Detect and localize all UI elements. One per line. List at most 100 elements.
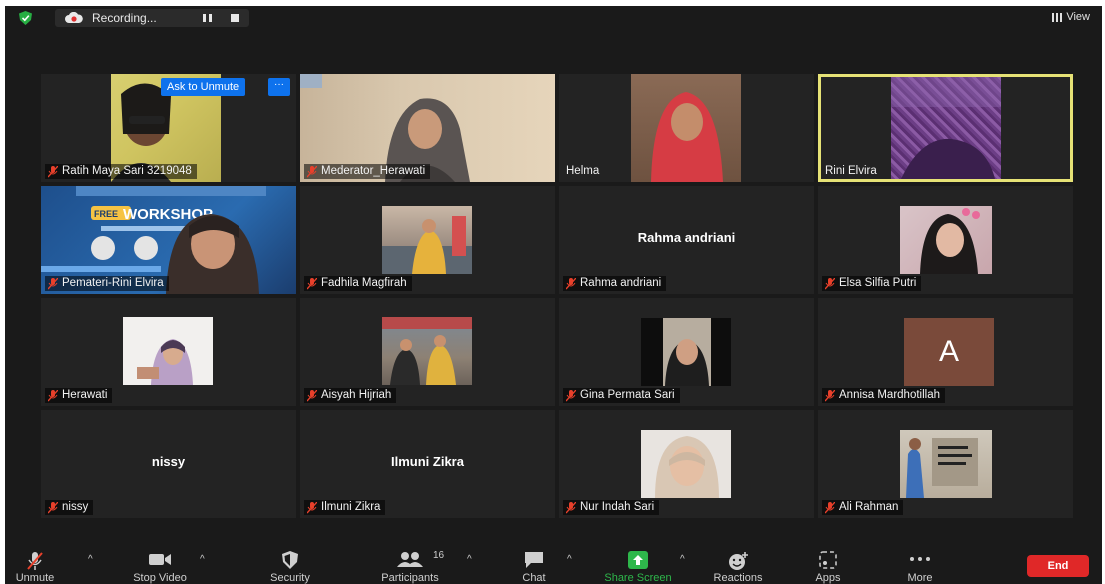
participant-name-label: Fadhila Magfirah: [304, 276, 412, 291]
muted-mic-icon: [307, 277, 317, 289]
view-button[interactable]: View: [1052, 11, 1090, 23]
participant-count: 16: [433, 550, 445, 561]
recording-indicator: Recording...: [55, 9, 249, 27]
share-screen-button[interactable]: Share Screen: [593, 548, 683, 584]
tile-more-button[interactable]: ···: [268, 78, 290, 96]
meeting-toolbar: Unmute ^ Stop Video ^ Security 16 Partic…: [5, 548, 1102, 584]
video-tile[interactable]: Helma: [559, 74, 814, 182]
share-options-chevron-icon[interactable]: ^: [680, 554, 685, 565]
muted-mic-icon: [48, 165, 58, 177]
video-tile[interactable]: Ali Rahman: [818, 410, 1073, 518]
video-tile[interactable]: Ask to Unmute ··· Ratih Maya Sari 321904…: [41, 74, 296, 182]
apps-label: Apps: [815, 572, 841, 584]
muted-mic-icon: [307, 389, 317, 401]
share-screen-label: Share Screen: [604, 572, 672, 584]
chat-label: Chat: [522, 572, 546, 584]
reactions-label: Reactions: [713, 572, 763, 584]
video-tile[interactable]: Fadhila Magfirah: [300, 186, 555, 294]
grid-view-icon: [1052, 12, 1063, 22]
video-tile[interactable]: Ilmuni Zikra Ilmuni Zikra: [300, 410, 555, 518]
participant-video: [900, 430, 992, 498]
video-tile[interactable]: FREE WORKSHOP Pemateri-Rini Elvira: [41, 186, 296, 294]
video-tile[interactable]: Elsa Silfia Putri: [818, 186, 1073, 294]
muted-mic-icon: [825, 389, 835, 401]
video-tile[interactable]: Rahma andriani Rahma andriani: [559, 186, 814, 294]
participant-name-label: Mederator_Herawati: [304, 164, 431, 179]
muted-mic-icon: [825, 277, 835, 289]
video-tile[interactable]: Aisyah Hijriah: [300, 298, 555, 406]
participant-name-label: Ilmuni Zikra: [304, 500, 386, 515]
muted-mic-icon: [307, 165, 317, 177]
video-tile-active-speaker[interactable]: Rini Elvira: [818, 74, 1073, 182]
participant-name-label: Ali Rahman: [822, 500, 904, 515]
participant-name-label: Pemateri-Rini Elvira: [45, 276, 169, 291]
unmute-label: Unmute: [15, 572, 55, 584]
audio-options-chevron-icon[interactable]: ^: [88, 554, 93, 565]
participant-name-label: Elsa Silfia Putri: [822, 276, 922, 291]
muted-mic-icon: [48, 501, 58, 513]
participants-button[interactable]: 16 Participants: [365, 548, 455, 584]
participant-video: [382, 206, 472, 274]
banner-free-text: FREE: [94, 209, 118, 219]
participant-video: [641, 430, 731, 498]
video-tile[interactable]: A Annisa Mardhotillah: [818, 298, 1073, 406]
participant-video: [891, 77, 1001, 179]
ask-to-unmute-button[interactable]: Ask to Unmute: [161, 78, 246, 96]
video-camera-icon: [149, 554, 171, 565]
participant-name-label: Rahma andriani: [563, 276, 667, 291]
encryption-shield-icon[interactable]: [19, 11, 32, 25]
pause-recording-icon[interactable]: [203, 14, 212, 22]
participant-name-label: Aisyah Hijriah: [304, 388, 397, 403]
muted-mic-icon: [566, 501, 576, 513]
muted-mic-icon: [307, 501, 317, 513]
more-button[interactable]: More: [875, 548, 965, 584]
video-tile[interactable]: Mederator_Herawati: [300, 74, 555, 182]
recording-label: Recording...: [92, 11, 157, 25]
participant-name-label: Herawati: [45, 388, 113, 403]
stop-video-label: Stop Video: [133, 572, 187, 584]
participant-name-label: Helma: [566, 165, 600, 177]
more-dots-icon: [910, 557, 930, 561]
participant-name-label: nissy: [45, 500, 94, 515]
muted-microphone-icon: [27, 552, 43, 570]
cloud-recording-icon: [65, 12, 83, 23]
end-meeting-button[interactable]: End: [1027, 555, 1089, 577]
chat-options-chevron-icon[interactable]: ^: [567, 554, 572, 565]
participant-video: [900, 206, 992, 274]
top-bar: Recording... View: [5, 6, 1102, 30]
muted-mic-icon: [825, 501, 835, 513]
participant-avatar: A: [904, 318, 994, 386]
unmute-button[interactable]: Unmute: [10, 548, 60, 584]
video-tile[interactable]: nissy nissy: [41, 410, 296, 518]
apps-button[interactable]: Apps: [783, 548, 873, 584]
reactions-button[interactable]: Reactions: [693, 548, 783, 584]
participants-options-chevron-icon[interactable]: ^: [467, 554, 472, 565]
video-tile[interactable]: Gina Permata Sari: [559, 298, 814, 406]
video-tile[interactable]: Herawati: [41, 298, 296, 406]
participant-name-label: Rini Elvira: [825, 165, 877, 177]
security-label: Security: [270, 572, 310, 584]
participant-name-label: Annisa Mardhotillah: [822, 388, 946, 403]
participant-video: [641, 318, 731, 386]
participant-video: [631, 74, 741, 182]
chat-button[interactable]: Chat: [489, 548, 579, 584]
zoom-meeting-window: Recording... View Ask to Unmute ··· Rati…: [5, 6, 1102, 584]
security-shield-icon: [282, 551, 298, 569]
video-tile[interactable]: Nur Indah Sari: [559, 410, 814, 518]
video-options-chevron-icon[interactable]: ^: [200, 554, 205, 565]
reactions-smiley-icon: [729, 552, 748, 570]
security-button[interactable]: Security: [245, 548, 335, 584]
more-label: More: [907, 572, 933, 584]
apps-icon: [819, 551, 837, 569]
participants-label: Participants: [381, 572, 439, 584]
stop-video-button[interactable]: Stop Video: [115, 548, 205, 584]
chat-bubble-icon: [525, 552, 543, 568]
participant-name-label: Gina Permata Sari: [563, 388, 680, 403]
muted-mic-icon: [566, 277, 576, 289]
participant-display-name: Ilmuni Zikra: [391, 454, 464, 469]
participant-name-label: Ratih Maya Sari 3219048: [45, 164, 197, 179]
stop-recording-icon[interactable]: [231, 14, 239, 22]
share-screen-icon: [628, 551, 648, 569]
participants-icon: [397, 552, 423, 567]
muted-mic-icon: [566, 389, 576, 401]
